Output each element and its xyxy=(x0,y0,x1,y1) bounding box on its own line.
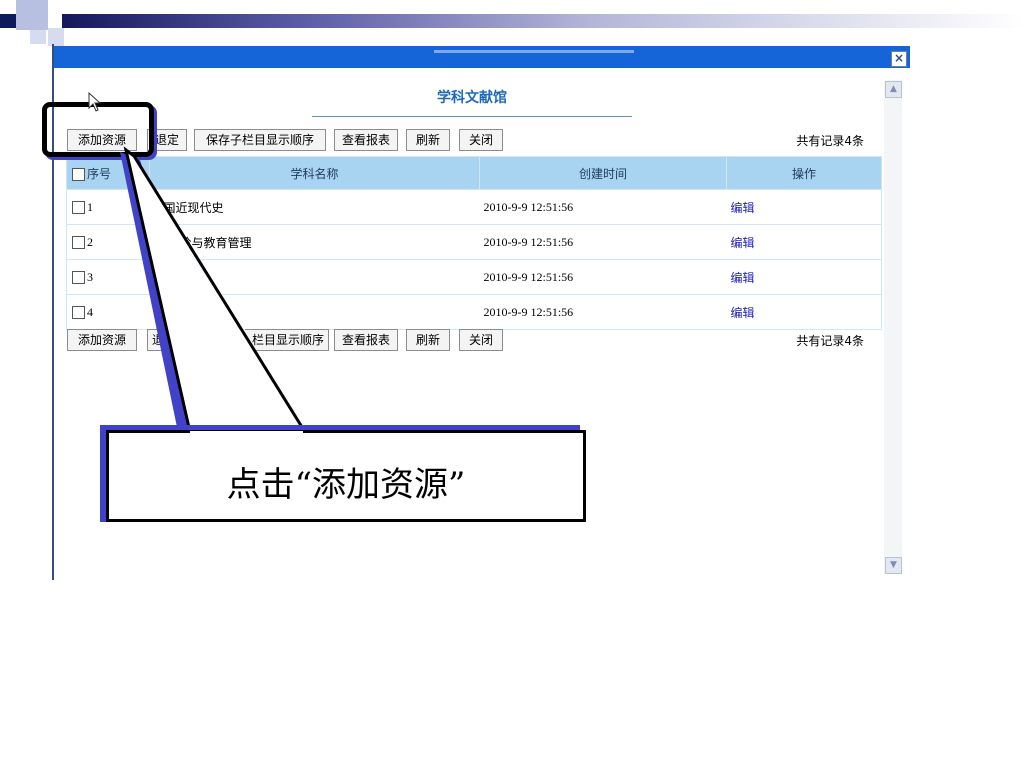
row-seq: 1 xyxy=(87,199,93,214)
edit-link[interactable]: 编辑 xyxy=(731,201,755,215)
confirm-button-bottom[interactable]: 退 xyxy=(147,329,191,351)
row-created: 2010-9-9 12:51:56 xyxy=(479,259,727,295)
row-checkbox[interactable] xyxy=(72,270,85,284)
mouse-pointer-icon xyxy=(88,91,102,117)
header-created: 创建时间 xyxy=(479,156,727,190)
row-created: 2010-9-9 12:51:56 xyxy=(479,189,727,225)
save-order-button[interactable]: 保存子栏目显示顺序 xyxy=(194,129,326,151)
refresh-button-bottom[interactable]: 刷新 xyxy=(406,329,450,351)
scroll-down-icon[interactable]: ▼ xyxy=(885,557,902,574)
header-action: 操作 xyxy=(726,156,882,190)
slide-deco-square xyxy=(48,28,64,46)
table-header-row: 序号 学科名称 创建时间 操作 xyxy=(66,156,882,190)
edit-link[interactable]: 编辑 xyxy=(731,306,755,320)
slide-title-bar xyxy=(62,14,1024,28)
row-name xyxy=(149,294,480,330)
header-name: 学科名称 xyxy=(149,156,480,190)
table-row: 2 理论与教育管理 2010-9-9 12:51:56 编辑 xyxy=(66,224,882,260)
record-count-bottom: 共有记录4条 xyxy=(796,334,864,348)
table-row: 4 2010-9-9 12:51:56 编辑 xyxy=(66,294,882,330)
view-report-button[interactable]: 查看报表 xyxy=(334,129,398,151)
row-seq: 4 xyxy=(87,304,93,319)
row-seq: 3 xyxy=(87,269,93,284)
callout-box: 点击“添加资源” xyxy=(106,430,586,522)
row-name: 理论与教育管理 xyxy=(149,224,480,260)
slide-deco-square xyxy=(16,0,48,30)
scroll-up-icon[interactable]: ▲ xyxy=(885,81,902,98)
record-count: 共有记录4条 xyxy=(796,134,864,148)
row-name xyxy=(149,259,480,295)
table-row: 3 2010-9-9 12:51:56 编辑 xyxy=(66,259,882,295)
vertical-scrollbar[interactable] xyxy=(884,80,902,574)
slide-deco-square xyxy=(0,14,16,28)
save-order-button-bottom[interactable]: 栏目显示顺序 xyxy=(245,329,329,351)
callout-text: 点击“添加资源” xyxy=(226,465,466,505)
edit-link[interactable]: 编辑 xyxy=(731,236,755,250)
close-button-bottom[interactable]: 关闭 xyxy=(459,329,503,351)
page-title: 学科文献馆 xyxy=(437,90,507,106)
table-row: 1 中国近现代史 2010-9-9 12:51:56 编辑 xyxy=(66,189,882,225)
row-checkbox[interactable] xyxy=(72,235,85,249)
header-seq: 序号 xyxy=(66,156,150,190)
subject-table: 序号 学科名称 创建时间 操作 1 中国近现代史 2010-9-9 12:51:… xyxy=(66,156,882,330)
select-all-checkbox[interactable] xyxy=(72,167,85,181)
row-checkbox[interactable] xyxy=(72,305,85,319)
edit-link[interactable]: 编辑 xyxy=(731,271,755,285)
row-seq: 2 xyxy=(87,234,93,249)
title-underline xyxy=(312,116,632,117)
window-title xyxy=(434,50,634,53)
slide-deco-square xyxy=(30,30,46,44)
add-resource-button-bottom[interactable]: 添加资源 xyxy=(67,329,137,351)
close-button[interactable]: 关闭 xyxy=(459,129,503,151)
row-created: 2010-9-9 12:51:56 xyxy=(479,294,727,330)
close-icon[interactable]: × xyxy=(891,51,907,67)
window-titlebar xyxy=(54,46,910,68)
row-name: 中国近现代史 xyxy=(149,189,480,225)
view-report-button-bottom[interactable]: 查看报表 xyxy=(334,329,398,351)
callout-seam xyxy=(190,431,303,434)
mouse-pointer-glyph xyxy=(88,91,102,112)
row-created: 2010-9-9 12:51:56 xyxy=(479,224,727,260)
row-checkbox[interactable] xyxy=(72,200,85,214)
refresh-button[interactable]: 刷新 xyxy=(406,129,450,151)
